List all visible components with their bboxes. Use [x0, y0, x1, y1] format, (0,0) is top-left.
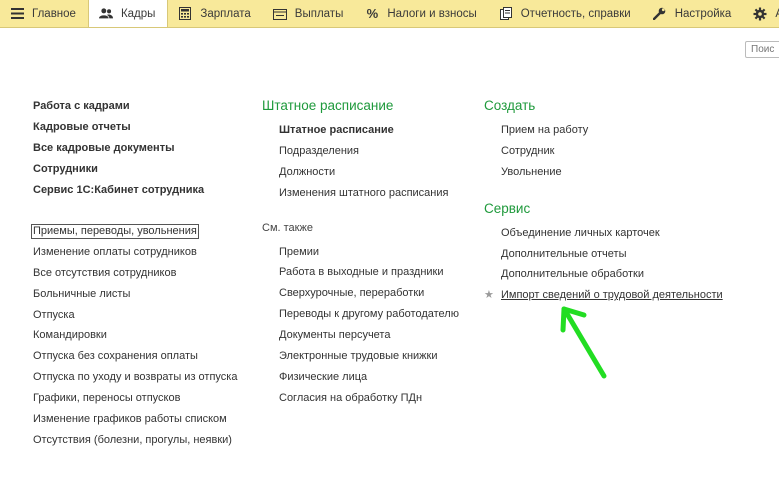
- percent-icon: %: [366, 6, 379, 21]
- link-positions[interactable]: Должности: [262, 162, 477, 183]
- tab-main[interactable]: Главное: [0, 0, 88, 27]
- create-service-column: Создать Прием на работу Сотрудник Увольн…: [484, 96, 779, 306]
- tab-salary[interactable]: Зарплата: [168, 0, 262, 27]
- green-arrow-annotation: [560, 306, 607, 379]
- documents-icon: [499, 7, 513, 21]
- link-pd-consents[interactable]: Согласия на обработку ПДн: [262, 388, 477, 409]
- link-individuals[interactable]: Физические лица: [262, 367, 477, 388]
- tab-personnel[interactable]: Кадры: [87, 0, 169, 27]
- link-all-personnel-documents[interactable]: Все кадровые документы: [33, 138, 248, 159]
- link-electronic-workbooks[interactable]: Электронные трудовые книжки: [262, 346, 477, 367]
- link-overtime[interactable]: Сверхурочные, переработки: [262, 283, 477, 304]
- tab-payments[interactable]: Выплаты: [263, 0, 356, 27]
- tab-reports[interactable]: Отчетность, справки: [489, 0, 643, 27]
- link-employees[interactable]: Сотрудники: [33, 159, 248, 180]
- tab-taxes[interactable]: % Налоги и взносы: [355, 0, 488, 27]
- tab-label: Налоги и взносы: [387, 7, 477, 20]
- wallet-icon: [272, 7, 287, 21]
- tab-label: Отчетность, справки: [520, 7, 631, 20]
- link-all-absences[interactable]: Все отсутствия сотрудников: [33, 263, 248, 284]
- personnel-main-column: Работа с кадрами Кадровые отчеты Все кад…: [31, 96, 248, 451]
- tab-settings[interactable]: Настройка: [643, 0, 744, 27]
- link-personal-records-docs[interactable]: Документы персучета: [262, 325, 477, 346]
- link-create-employee[interactable]: Сотрудник: [484, 141, 779, 162]
- people-icon: [98, 7, 113, 21]
- wrench-icon: [653, 7, 667, 21]
- link-transfers-other-employer[interactable]: Переводы к другому работодателю: [262, 304, 477, 325]
- tab-label: Кадры: [120, 7, 156, 20]
- link-create-dismissal[interactable]: Увольнение: [484, 162, 779, 183]
- link-business-trips[interactable]: Командировки: [33, 325, 248, 346]
- link-sick-leaves[interactable]: Больничные листы: [33, 284, 248, 305]
- tab-label: Главное: [32, 7, 76, 20]
- link-work-schedule-changes[interactable]: Изменение графиков работы списком: [33, 409, 248, 430]
- hamburger-icon: [10, 7, 24, 21]
- section-title-create: Создать: [484, 98, 536, 113]
- link-unpaid-leaves[interactable]: Отпуска без сохранения оплаты: [33, 346, 248, 367]
- link-work-with-personnel[interactable]: Работа с кадрами: [33, 96, 248, 117]
- section-title-staffing: Штатное расписание: [262, 98, 394, 113]
- star-icon[interactable]: ★: [484, 285, 494, 306]
- link-parental-leaves[interactable]: Отпуска по уходу и возвраты из отпуска: [33, 367, 248, 388]
- link-create-hiring[interactable]: Прием на работу: [484, 120, 779, 141]
- tab-label: Выплаты: [294, 7, 344, 20]
- list-item[interactable]: ★ Импорт сведений о трудовой деятельност…: [484, 285, 779, 306]
- link-additional-reports[interactable]: Дополнительные отчеты: [484, 244, 779, 265]
- link-staffing-table[interactable]: Штатное расписание: [262, 120, 477, 141]
- staffing-column: Штатное расписание Штатное расписание По…: [262, 96, 477, 409]
- link-additional-processings[interactable]: Дополнительные обработки: [484, 264, 779, 285]
- link-hirings-transfers-dismissals[interactable]: Приемы, переводы, увольнения: [31, 224, 199, 239]
- tab-label: Зарплата: [200, 7, 251, 20]
- see-also-label: См. также: [262, 221, 313, 234]
- link-absences-illness[interactable]: Отсутствия (болезни, прогулы, неявки): [33, 430, 248, 451]
- link-staffing-changes[interactable]: Изменения штатного расписания: [262, 183, 477, 204]
- link-bonuses[interactable]: Премии: [262, 242, 477, 263]
- tab-label: А: [775, 8, 779, 20]
- tab-admin[interactable]: А: [743, 0, 779, 27]
- link-vacation-schedules[interactable]: Графики, переносы отпусков: [33, 388, 248, 409]
- link-merge-personal-cards[interactable]: Объединение личных карточек: [484, 223, 779, 244]
- tab-label: Настройка: [674, 7, 732, 20]
- calculator-icon: [178, 7, 192, 21]
- top-menu-bar: Главное Кадры Зарплата Выплаты % Налоги …: [0, 0, 779, 28]
- link-departments[interactable]: Подразделения: [262, 141, 477, 162]
- link-pay-changes[interactable]: Изменение оплаты сотрудников: [33, 242, 248, 263]
- link-personnel-reports[interactable]: Кадровые отчеты: [33, 117, 248, 138]
- search-input[interactable]: [745, 41, 779, 58]
- link-vacations[interactable]: Отпуска: [33, 305, 248, 326]
- link-weekend-work[interactable]: Работа в выходные и праздники: [262, 262, 477, 283]
- link-employee-cabinet-service[interactable]: Сервис 1С:Кабинет сотрудника: [33, 180, 248, 201]
- list-item[interactable]: Приемы, переводы, увольнения: [31, 221, 248, 242]
- section-title-service: Сервис: [484, 200, 531, 216]
- gear-icon: [753, 7, 767, 21]
